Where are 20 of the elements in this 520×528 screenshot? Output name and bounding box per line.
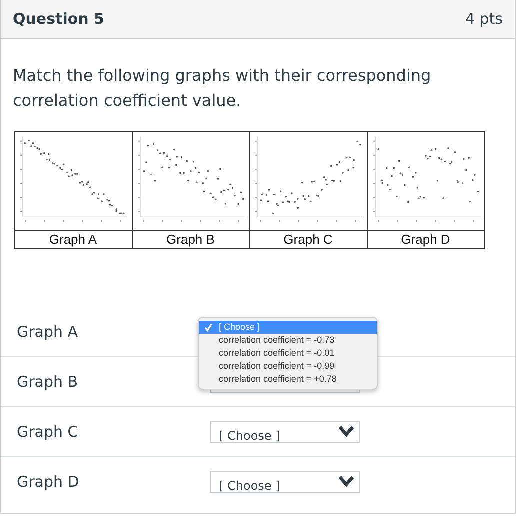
dropdown-option[interactable]: correlation coefficient = +0.78: [199, 373, 377, 386]
row-label: Graph A: [17, 322, 78, 340]
choice-select[interactable]: [ Choose ]: [210, 470, 360, 492]
question-text: Match the following graphs with their corresponding correlation coefficient value.: [13, 65, 432, 112]
graph-label: Graph C: [250, 230, 367, 248]
dropdown-option[interactable]: correlation coefficient = -0.73: [199, 334, 377, 347]
checkmark-icon: [204, 323, 213, 332]
dropdown-option[interactable]: correlation coefficient = -0.99: [199, 360, 377, 373]
row-label: Graph B: [17, 372, 78, 390]
row-label: Graph D: [17, 472, 80, 490]
dropdown-option[interactable]: correlation coefficient = -0.01: [199, 347, 377, 360]
graph-label: Graph D: [367, 230, 484, 248]
graph-label: Graph A: [14, 230, 132, 248]
question-title: Question 5: [13, 10, 104, 28]
chevron-down-icon: [338, 425, 355, 438]
row-label: Graph C: [17, 422, 78, 440]
choice-select[interactable]: [ Choose ]: [210, 420, 360, 442]
points-label: 4 pts: [465, 10, 503, 28]
graph-label: Graph B: [132, 230, 250, 248]
chevron-down-icon: [338, 475, 355, 488]
